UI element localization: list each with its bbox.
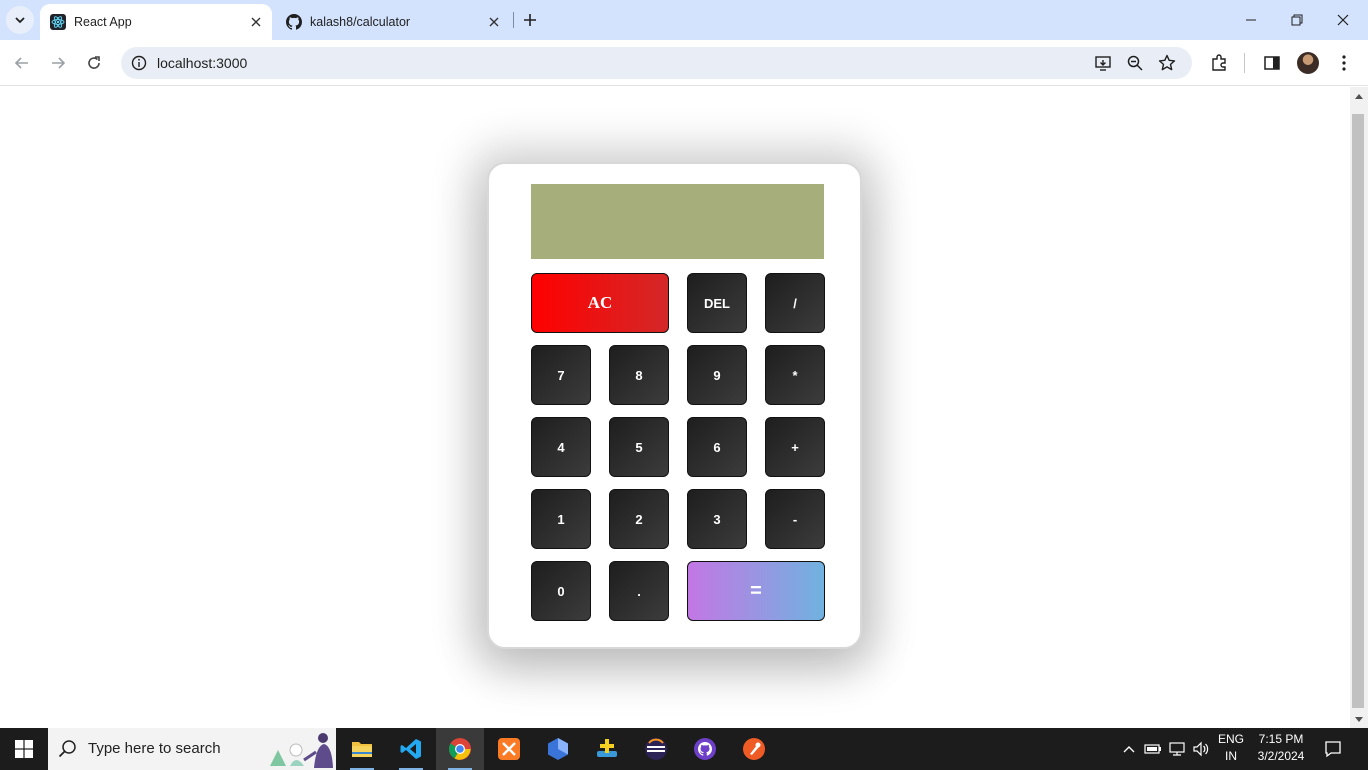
taskbar-vscode[interactable] (387, 728, 435, 770)
react-icon (50, 14, 66, 30)
restore-button[interactable] (1274, 0, 1320, 40)
page-scrollbar[interactable] (1350, 87, 1368, 728)
close-icon (1337, 14, 1349, 26)
tab-react-app[interactable]: React App (40, 4, 272, 40)
clear-button[interactable]: AC (531, 273, 669, 333)
divide-button[interactable]: / (765, 273, 825, 333)
postman-icon (743, 738, 765, 760)
clock[interactable]: 7:15 PM 3/2/2024 (1250, 731, 1312, 765)
chevron-down-icon (15, 17, 25, 24)
clock-date: 3/2/2024 (1257, 749, 1305, 763)
taskbar-game-app[interactable] (583, 728, 631, 770)
network-icon[interactable] (1167, 739, 1187, 759)
install-app-icon[interactable] (1091, 51, 1115, 75)
arrow-right-icon (52, 57, 66, 69)
zoom-icon[interactable] (1123, 51, 1147, 75)
digit-6-button[interactable]: 6 (687, 417, 747, 477)
eclipse-icon (645, 738, 667, 760)
tab-search-button[interactable] (6, 6, 34, 34)
site-info-icon[interactable] (127, 51, 151, 75)
notification-center-icon[interactable] (1323, 739, 1343, 759)
tab-github-calculator[interactable]: kalash8/calculator (276, 4, 510, 40)
battery-icon[interactable] (1143, 739, 1163, 759)
taskbar-eclipse[interactable] (632, 728, 680, 770)
digit-4-button[interactable]: 4 (531, 417, 591, 477)
tab-separator (513, 12, 514, 28)
tab-title: React App (74, 15, 132, 29)
windows-taskbar: Type here to search ENG IN 7:15 PM 3/2/2… (0, 728, 1368, 770)
arrow-left-icon (14, 57, 28, 69)
language-indicator[interactable]: ENG IN (1214, 731, 1248, 765)
minimize-icon (1246, 19, 1256, 21)
search-highlight-illustration-icon (270, 733, 333, 768)
game-app-icon (597, 739, 617, 757)
tab-strip: React App kalash8/calculator (0, 0, 1368, 40)
github-icon (286, 14, 302, 30)
dev-app-icon (548, 738, 568, 760)
taskbar-xampp[interactable] (485, 728, 533, 770)
browser-toolbar: localhost:3000 (0, 40, 1368, 86)
digit-0-button[interactable]: 0 (531, 561, 591, 621)
address-bar[interactable]: localhost:3000 (121, 47, 1192, 79)
decimal-button[interactable]: . (609, 561, 669, 621)
bookmark-star-icon[interactable] (1155, 51, 1179, 75)
restore-icon (1291, 14, 1303, 26)
chevron-up-icon[interactable] (1119, 739, 1139, 759)
scroll-up-arrow-icon[interactable] (1350, 87, 1368, 104)
extensions-icon[interactable] (1205, 49, 1233, 77)
page-viewport: AC DEL / 7 8 9 * 4 5 6 + 1 2 3 - 0 . = (0, 87, 1350, 728)
digit-9-button[interactable]: 9 (687, 345, 747, 405)
taskbar-github-desktop[interactable] (681, 728, 729, 770)
digit-7-button[interactable]: 7 (531, 345, 591, 405)
close-window-button[interactable] (1320, 0, 1366, 40)
search-icon (58, 740, 76, 758)
digit-1-button[interactable]: 1 (531, 489, 591, 549)
vscode-icon (400, 739, 421, 759)
reload-icon (88, 56, 100, 69)
equals-button[interactable]: = (687, 561, 825, 621)
digit-3-button[interactable]: 3 (687, 489, 747, 549)
taskbar-file-explorer[interactable] (338, 728, 386, 770)
plus-icon (524, 14, 536, 26)
minus-button[interactable]: - (765, 489, 825, 549)
start-button[interactable] (0, 728, 48, 770)
new-tab-button[interactable] (519, 9, 541, 31)
github-desktop-icon (694, 738, 716, 760)
xampp-icon (498, 738, 520, 760)
region-code: IN (1225, 749, 1237, 763)
toolbar-separator (1244, 53, 1245, 73)
side-panel-icon[interactable] (1258, 49, 1286, 77)
minimize-button[interactable] (1228, 0, 1274, 40)
calculator: AC DEL / 7 8 9 * 4 5 6 + 1 2 3 - 0 . = (487, 162, 862, 649)
digit-2-button[interactable]: 2 (609, 489, 669, 549)
plus-button[interactable]: + (765, 417, 825, 477)
close-icon[interactable] (484, 12, 504, 32)
windows-logo-icon (15, 740, 33, 758)
file-explorer-icon (352, 742, 372, 757)
search-placeholder[interactable]: Type here to search (88, 740, 221, 757)
calculator-display (531, 184, 824, 259)
reload-button[interactable] (80, 49, 108, 77)
taskbar-search[interactable]: Type here to search (48, 728, 336, 770)
profile-avatar[interactable] (1297, 52, 1319, 74)
scroll-thumb[interactable] (1352, 114, 1364, 708)
volume-icon[interactable] (1191, 739, 1211, 759)
close-icon[interactable] (246, 12, 266, 32)
menu-kebab-icon[interactable] (1330, 49, 1358, 77)
taskbar-dev-app[interactable] (534, 728, 582, 770)
scroll-down-arrow-icon[interactable] (1350, 711, 1368, 728)
taskbar-postman[interactable] (730, 728, 778, 770)
delete-button[interactable]: DEL (687, 273, 747, 333)
taskbar-chrome[interactable] (436, 728, 484, 770)
clock-time: 7:15 PM (1258, 732, 1304, 746)
digit-8-button[interactable]: 8 (609, 345, 669, 405)
forward-button[interactable] (44, 49, 72, 77)
chrome-icon (449, 738, 471, 760)
digit-5-button[interactable]: 5 (609, 417, 669, 477)
back-button[interactable] (8, 49, 36, 77)
url-text[interactable]: localhost:3000 (157, 55, 247, 71)
language-code: ENG (1217, 732, 1244, 746)
tab-title: kalash8/calculator (310, 15, 411, 29)
multiply-button[interactable]: * (765, 345, 825, 405)
